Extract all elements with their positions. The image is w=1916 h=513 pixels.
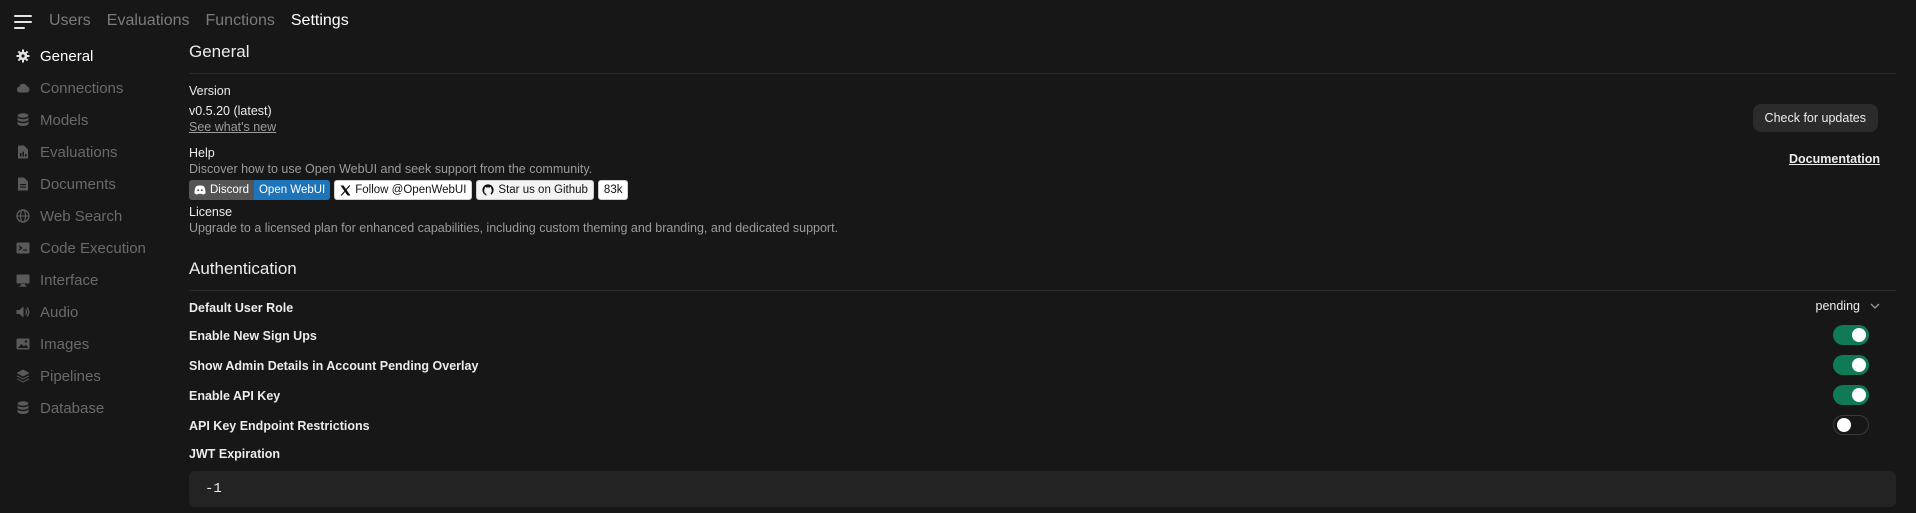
github-icon bbox=[482, 184, 495, 196]
general-title: General bbox=[189, 42, 250, 61]
api-key-endpoint-restrictions-label: API Key Endpoint Restrictions bbox=[189, 419, 370, 433]
sidebar-item-label: Connections bbox=[40, 79, 124, 97]
discord-badge[interactable]: Discord Open WebUI bbox=[189, 180, 331, 200]
layers-icon bbox=[16, 369, 30, 383]
sidebar-item-label: Web Search bbox=[40, 207, 123, 225]
tab-settings[interactable]: Settings bbox=[291, 12, 349, 30]
x-logo-icon bbox=[340, 184, 351, 196]
sidebar-item-pipelines[interactable]: Pipelines bbox=[0, 360, 180, 392]
github-star-count: 83k bbox=[597, 180, 629, 200]
toggle-knob bbox=[1837, 418, 1851, 432]
sidebar-item-web-search[interactable]: Web Search bbox=[0, 200, 180, 232]
database-icon bbox=[16, 401, 30, 415]
globe-icon bbox=[16, 209, 30, 223]
sidebar-item-label: Pipelines bbox=[40, 367, 101, 385]
monitor-icon bbox=[16, 273, 30, 287]
document-chart-icon bbox=[16, 145, 30, 159]
help-label: Help bbox=[189, 146, 215, 160]
tab-functions[interactable]: Functions bbox=[206, 12, 275, 30]
sidebar-item-documents[interactable]: Documents bbox=[0, 168, 180, 200]
authentication-title: Authentication bbox=[189, 259, 297, 278]
toggle-knob bbox=[1852, 328, 1866, 342]
sidebar-item-label: Evaluations bbox=[40, 143, 118, 161]
jwt-expiration-input[interactable] bbox=[189, 471, 1896, 507]
show-admin-details-label: Show Admin Details in Account Pending Ov… bbox=[189, 359, 479, 373]
document-icon bbox=[16, 177, 30, 191]
default-user-role-select[interactable]: pending bbox=[1816, 299, 1881, 313]
enable-api-key-toggle[interactable] bbox=[1833, 385, 1869, 405]
speaker-icon bbox=[16, 305, 30, 319]
divider bbox=[189, 290, 1896, 291]
discord-server-name: Open WebUI bbox=[253, 180, 331, 200]
tab-evaluations[interactable]: Evaluations bbox=[107, 12, 190, 30]
divider bbox=[189, 73, 1896, 74]
documentation-link[interactable]: Documentation bbox=[1789, 152, 1880, 166]
admin-tabs: Users Evaluations Functions Settings bbox=[49, 12, 365, 30]
cloud-icon bbox=[16, 81, 30, 95]
version-value: v0.5.20 (latest) bbox=[189, 104, 272, 118]
toggle-knob bbox=[1852, 388, 1866, 402]
enable-new-signups-label: Enable New Sign Ups bbox=[189, 329, 317, 343]
sidebar-item-database[interactable]: Database bbox=[0, 392, 180, 424]
top-bar: Users Evaluations Functions Settings bbox=[0, 0, 1916, 44]
menu-icon[interactable] bbox=[14, 14, 32, 30]
jwt-expiration-label: JWT Expiration bbox=[189, 447, 280, 461]
chevron-down-icon bbox=[1870, 303, 1880, 309]
sidebar-item-images[interactable]: Images bbox=[0, 328, 180, 360]
image-icon bbox=[16, 337, 30, 351]
terminal-icon bbox=[16, 241, 30, 255]
github-star-label: Star us on Github bbox=[498, 184, 588, 196]
x-follow-badge[interactable]: Follow @OpenWebUI bbox=[334, 180, 473, 200]
sidebar-item-audio[interactable]: Audio bbox=[0, 296, 180, 328]
discord-label: Discord bbox=[210, 184, 249, 196]
sidebar-item-evaluations[interactable]: Evaluations bbox=[0, 136, 180, 168]
default-user-role-label: Default User Role bbox=[189, 301, 294, 315]
check-updates-button[interactable]: Check for updates bbox=[1752, 104, 1878, 132]
sidebar-item-label: Code Execution bbox=[40, 239, 146, 257]
tab-users[interactable]: Users bbox=[49, 12, 91, 30]
sidebar-item-label: Documents bbox=[40, 175, 116, 193]
discord-icon bbox=[194, 185, 206, 195]
enable-new-signups-toggle[interactable] bbox=[1833, 325, 1869, 345]
enable-api-key-label: Enable API Key bbox=[189, 389, 281, 403]
gear-icon bbox=[16, 49, 30, 63]
sidebar-item-label: Audio bbox=[40, 303, 79, 321]
sidebar-item-label: Interface bbox=[40, 271, 99, 289]
toggle-knob bbox=[1852, 358, 1866, 372]
database-icon bbox=[16, 113, 30, 127]
license-text: Upgrade to a licensed plan for enhanced … bbox=[189, 221, 839, 235]
sidebar-item-label: Database bbox=[40, 399, 105, 417]
show-admin-details-toggle[interactable] bbox=[1833, 355, 1869, 375]
license-label: License bbox=[189, 205, 233, 219]
sidebar-item-label: Images bbox=[40, 335, 90, 353]
help-text: Discover how to use Open WebUI and seek … bbox=[189, 162, 593, 176]
x-follow-label: Follow @OpenWebUI bbox=[355, 184, 467, 196]
sidebar-item-label: Models bbox=[40, 111, 89, 129]
sidebar-item-code-execution[interactable]: Code Execution bbox=[0, 232, 180, 264]
default-user-role-value: pending bbox=[1815, 299, 1861, 313]
community-badges: Discord Open WebUI Follow @OpenWebUI Sta… bbox=[189, 180, 629, 200]
settings-sidebar: General Connections Models Evaluations D… bbox=[0, 40, 180, 424]
sidebar-item-label: General bbox=[40, 47, 94, 65]
sidebar-item-interface[interactable]: Interface bbox=[0, 264, 180, 296]
api-key-endpoint-restrictions-toggle[interactable] bbox=[1833, 415, 1869, 435]
version-label: Version bbox=[189, 84, 231, 98]
sidebar-item-connections[interactable]: Connections bbox=[0, 72, 180, 104]
sidebar-item-models[interactable]: Models bbox=[0, 104, 180, 136]
whats-new-link[interactable]: See what's new bbox=[189, 120, 276, 134]
sidebar-item-general[interactable]: General bbox=[0, 40, 180, 72]
github-star-badge[interactable]: Star us on Github bbox=[476, 180, 594, 200]
